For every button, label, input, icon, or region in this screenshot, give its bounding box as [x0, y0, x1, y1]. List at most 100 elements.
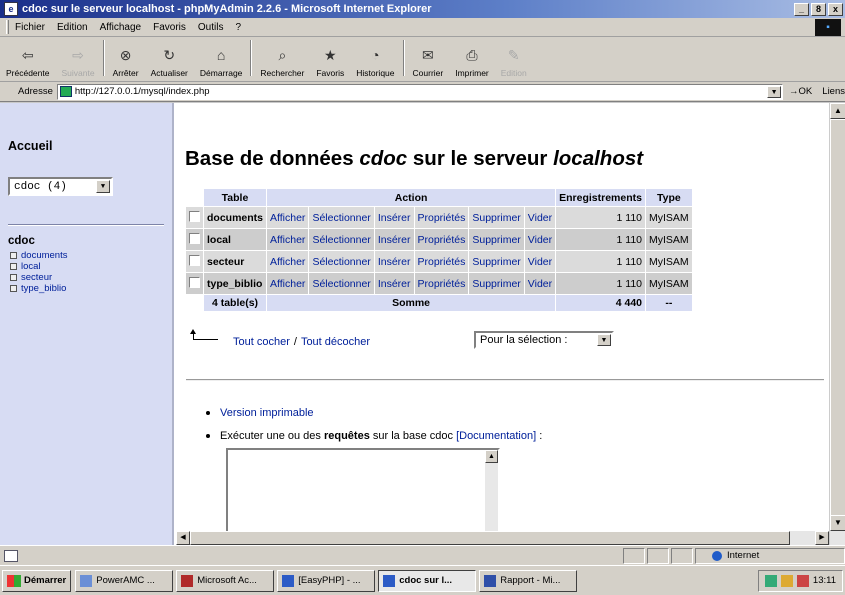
- maximize-button[interactable]: 8: [811, 2, 826, 16]
- title-db: cdoc: [359, 147, 408, 170]
- database-name[interactable]: cdoc: [8, 235, 35, 247]
- menu-help[interactable]: ?: [235, 22, 241, 33]
- history-button[interactable]: ◔ Historique: [350, 45, 400, 78]
- menu-favoris[interactable]: Favoris: [153, 22, 186, 33]
- action-insert[interactable]: Insérer: [374, 251, 414, 272]
- refresh-button[interactable]: ↻ Actualiser: [145, 45, 194, 79]
- home-link[interactable]: Accueil: [8, 139, 52, 153]
- action-browse[interactable]: Afficher: [267, 207, 309, 228]
- left-divider: [8, 224, 164, 226]
- list-item[interactable]: local: [10, 261, 67, 272]
- menu-grip[interactable]: [6, 20, 9, 34]
- table-type: MyISAM: [646, 229, 692, 250]
- table-link[interactable]: secteur: [21, 272, 52, 283]
- scroll-up-icon[interactable]: ▲: [830, 103, 845, 119]
- address-dropdown-icon[interactable]: ▼: [767, 85, 782, 98]
- search-button[interactable]: ⌕ Rechercher: [254, 45, 310, 79]
- mail-button[interactable]: ✉ Courrier: [407, 45, 450, 79]
- ie-app-icon[interactable]: e: [4, 2, 18, 16]
- scroll-right-icon[interactable]: ▶: [815, 531, 829, 545]
- action-browse[interactable]: Afficher: [267, 273, 309, 294]
- action-select[interactable]: Sélectionner: [309, 229, 374, 250]
- action-drop[interactable]: Supprimer: [469, 251, 524, 272]
- action-properties[interactable]: Propriétés: [414, 229, 469, 250]
- edit-button[interactable]: ✎ Edition: [495, 45, 533, 79]
- action-insert[interactable]: Insérer: [374, 273, 414, 294]
- task-label: cdoc sur l...: [399, 575, 453, 586]
- print-button[interactable]: ⎙ Imprimer: [449, 45, 495, 79]
- clock[interactable]: 13:11: [813, 575, 836, 586]
- stop-button[interactable]: ⊗ Arrêter: [107, 45, 145, 79]
- action-drop[interactable]: Supprimer: [469, 273, 524, 294]
- taskbar-item-cdoc[interactable]: cdoc sur l...: [378, 569, 477, 592]
- network-icon[interactable]: [764, 574, 777, 587]
- uncheck-all-link[interactable]: Tout décocher: [301, 336, 370, 348]
- documentation-link[interactable]: [Documentation]: [456, 430, 536, 442]
- action-empty[interactable]: Vider: [524, 229, 556, 250]
- database-select-value: cdoc (4): [14, 181, 67, 193]
- links-button[interactable]: Liens: [822, 86, 845, 97]
- horizontal-scroll-thumb[interactable]: [190, 531, 790, 545]
- scroll-down-icon[interactable]: ▼: [830, 515, 845, 531]
- action-properties[interactable]: Propriétés: [414, 207, 469, 228]
- list-item[interactable]: type_biblio: [10, 283, 67, 294]
- start-button[interactable]: Démarrer: [2, 569, 72, 592]
- action-empty[interactable]: Vider: [524, 207, 556, 228]
- scroll-up-icon[interactable]: ▲: [485, 450, 498, 463]
- table-row: documents Afficher Sélectionner Insérer …: [186, 207, 692, 228]
- tables-table: Table Action Enregistrements Type docume…: [185, 188, 693, 312]
- menu-fichier[interactable]: Fichier: [15, 22, 45, 33]
- vertical-scroll-thumb[interactable]: [830, 119, 845, 519]
- print-version-link[interactable]: Version imprimable: [220, 407, 314, 419]
- action-empty[interactable]: Vider: [524, 251, 556, 272]
- action-select[interactable]: Sélectionner: [309, 251, 374, 272]
- favorites-button[interactable]: ★ Favoris: [310, 45, 350, 79]
- check-all-link[interactable]: Tout cocher: [233, 336, 290, 348]
- home-button[interactable]: ⌂ Démarrage: [194, 45, 249, 78]
- action-select[interactable]: Sélectionner: [309, 273, 374, 294]
- table-link[interactable]: local: [21, 261, 41, 272]
- taskbar-item-rapport[interactable]: Rapport - Mi...: [479, 569, 578, 592]
- action-browse[interactable]: Afficher: [267, 251, 309, 272]
- tray-app-icon[interactable]: [796, 574, 809, 587]
- row-checkbox[interactable]: [189, 276, 200, 288]
- vertical-scrollbar[interactable]: ▲ ▼: [829, 103, 845, 545]
- taskbar-item-access[interactable]: Microsoft Ac...: [176, 569, 275, 592]
- row-checkbox[interactable]: [189, 232, 200, 244]
- list-item[interactable]: secteur: [10, 272, 67, 283]
- minimize-button[interactable]: _: [794, 2, 809, 16]
- action-insert[interactable]: Insérer: [374, 229, 414, 250]
- horizontal-scrollbar[interactable]: ◀ ▶: [176, 531, 829, 545]
- chevron-down-icon[interactable]: ▼: [597, 334, 611, 346]
- menu-affichage[interactable]: Affichage: [100, 22, 142, 33]
- selection-action-select[interactable]: Pour la sélection : ▼: [474, 331, 614, 349]
- action-properties[interactable]: Propriétés: [414, 273, 469, 294]
- forward-button[interactable]: ⇨ Suivante: [55, 45, 100, 79]
- action-insert[interactable]: Insérer: [374, 207, 414, 228]
- scroll-left-icon[interactable]: ◀: [176, 531, 190, 545]
- table-link[interactable]: type_biblio: [21, 283, 66, 294]
- action-select[interactable]: Sélectionner: [309, 207, 374, 228]
- action-empty[interactable]: Vider: [524, 273, 556, 294]
- action-properties[interactable]: Propriétés: [414, 251, 469, 272]
- action-drop[interactable]: Supprimer: [469, 229, 524, 250]
- row-checkbox[interactable]: [189, 210, 200, 222]
- address-url[interactable]: http://127.0.0.1/mysql/index.php: [75, 86, 210, 97]
- row-checkbox[interactable]: [189, 254, 200, 266]
- table-link[interactable]: documents: [21, 250, 67, 261]
- menu-edition[interactable]: Edition: [57, 22, 88, 33]
- taskbar-item-easyphp[interactable]: [EasyPHP] - ...: [277, 569, 376, 592]
- list-item[interactable]: documents: [10, 250, 67, 261]
- taskbar-item-poweramc[interactable]: PowerAMC ...: [75, 569, 174, 592]
- action-browse[interactable]: Afficher: [267, 229, 309, 250]
- speaker-icon[interactable]: [780, 574, 793, 587]
- back-button[interactable]: ⇦ Précédente: [0, 45, 55, 79]
- address-input[interactable]: http://127.0.0.1/mysql/index.php ▼: [56, 83, 784, 100]
- database-select[interactable]: cdoc (4) ▼: [8, 177, 113, 196]
- action-drop[interactable]: Supprimer: [469, 207, 524, 228]
- go-button[interactable]: →OK: [789, 86, 812, 97]
- close-button[interactable]: x: [828, 2, 843, 16]
- records-count: 1 110: [556, 207, 645, 228]
- chevron-down-icon[interactable]: ▼: [96, 180, 110, 193]
- menu-outils[interactable]: Outils: [198, 22, 224, 33]
